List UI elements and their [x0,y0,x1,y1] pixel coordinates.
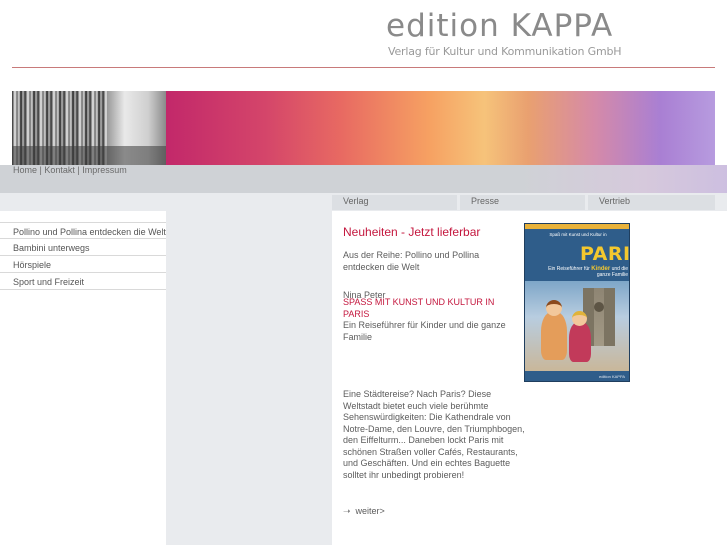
page-title: Neuheiten - Jetzt lieferbar [343,225,481,239]
sidebar-menu: Pollino und Pollina entdecken die Welt B… [0,222,166,290]
top-nav-band-tint [520,165,727,193]
series-text: Aus der Reihe: Pollino und Pollina entde… [343,250,480,272]
banner-photo-books [12,91,166,165]
cover-tagline: Ein Reiseführer für Kinder und die ganze… [533,266,628,278]
book-description: Eine Städtereise? Nach Paris? Diese Welt… [343,389,525,480]
arrow-right-icon: ➝ [343,506,351,516]
book-cover-image[interactable]: Spaß mit Kunst und Kultur in PARIS Ein R… [524,223,630,382]
cover-tagline-line2: ganze Familie [596,272,628,278]
top-nav: Home | Kontakt | Impressum [13,165,127,175]
header-divider [12,67,715,68]
spacer-column [166,211,332,545]
cover-footer: edition KAPPA [525,371,629,381]
sidebar-item-sport[interactable]: Sport und Freizeit [0,273,166,290]
child-figure-illustration [569,311,591,362]
more-link[interactable]: ➝ weiter> [343,506,385,517]
tab-presse[interactable]: Presse [460,195,585,210]
cover-top-text: Spaß mit Kunst und Kultur in [549,232,607,237]
nav-link-impressum[interactable]: Impressum [82,165,127,175]
cover-city-title: PARIS [580,243,630,265]
tab-vertrieb[interactable]: Vertrieb [588,195,715,210]
nav-link-home[interactable]: Home [13,165,37,175]
child-figure-illustration [541,300,567,360]
tab-verlag[interactable]: Verlag [332,195,457,210]
book-title: SPASS MIT KUNST UND KULTUR IN PARIS [343,297,495,319]
nav-link-kontakt[interactable]: Kontakt [44,165,75,175]
book-subtitle: Ein Reiseführer für Kinder und die ganze… [343,320,506,342]
sidebar-item-pollino[interactable]: Pollino und Pollina entdecken die Welt [0,222,166,239]
sidebar-item-hoerspiele[interactable]: Hörspiele [0,256,166,273]
banner-gradient [166,91,715,165]
more-link-label: weiter> [355,506,385,516]
cover-publisher: edition KAPPA [599,374,625,379]
header-banner [12,91,715,165]
sidebar-item-bambini[interactable]: Bambini unterwegs [0,239,166,256]
cover-tagline-start: Ein Reiseführer für [548,266,590,272]
site-logo-title[interactable]: edition KAPPA [386,8,613,44]
site-logo-subtitle: Verlag für Kultur und Kommunikation GmbH [388,45,622,58]
